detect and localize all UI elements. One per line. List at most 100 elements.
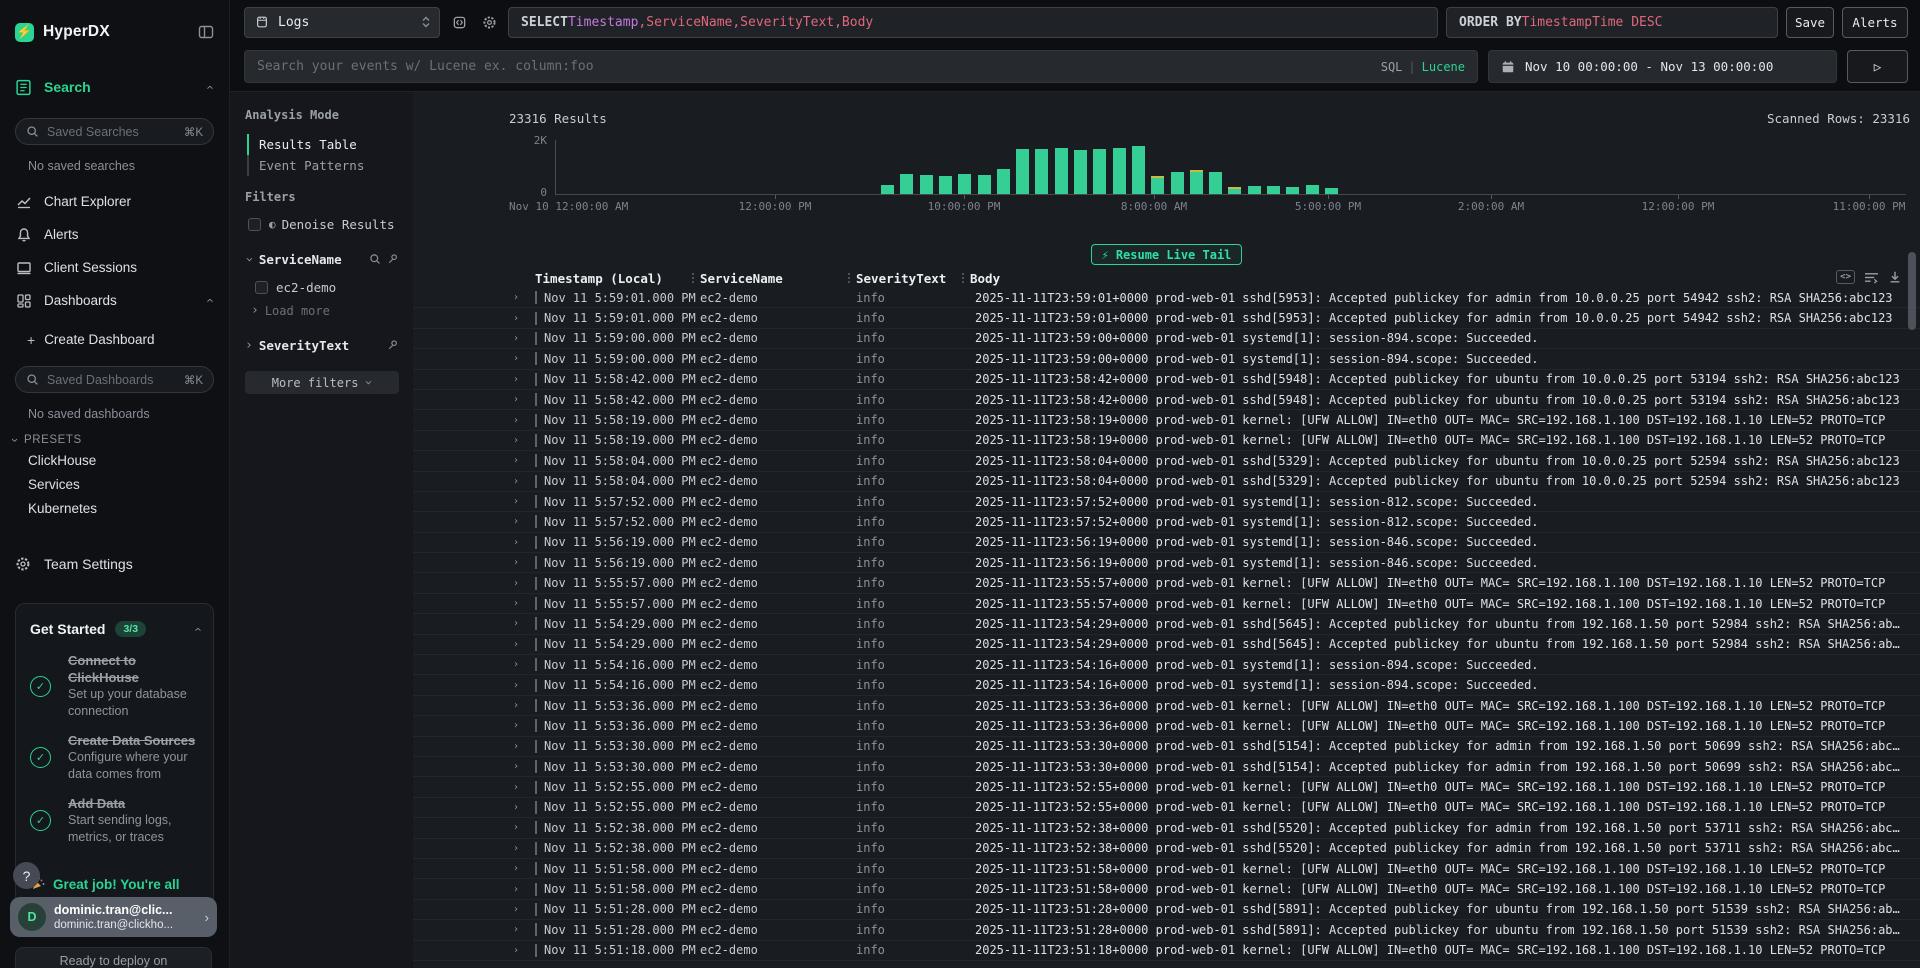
column-resize-handle[interactable]: [962, 273, 964, 283]
expand-row-icon[interactable]: ›: [413, 741, 535, 752]
lang-toggle-sql[interactable]: SQL: [1381, 60, 1403, 74]
order-by-input[interactable]: ORDER BY TimestampTime DESC: [1446, 7, 1778, 38]
select-columns-input[interactable]: SELECT Timestamp,ServiceName,SeverityTex…: [508, 7, 1438, 38]
table-row[interactable]: ›Nov 11 5:54:29.000 PMec2-demoinfo2025-1…: [413, 635, 1920, 655]
table-row[interactable]: ›Nov 11 5:53:36.000 PMec2-demoinfo2025-1…: [413, 716, 1920, 736]
edit-source-icon[interactable]: [448, 11, 470, 33]
expand-row-icon[interactable]: ›: [413, 496, 535, 507]
save-button[interactable]: Save: [1786, 7, 1834, 38]
sidebar-item-dashboards[interactable]: Dashboards ›: [0, 284, 229, 317]
histogram-bar[interactable]: [997, 169, 1010, 194]
table-row[interactable]: ›Nov 11 5:52:38.000 PMec2-demoinfo2025-1…: [413, 839, 1920, 859]
histogram-bar[interactable]: [1093, 149, 1106, 194]
chevron-up-icon[interactable]: ›: [201, 298, 216, 302]
sidebar-item-chart-explorer[interactable]: Chart Explorer: [0, 185, 229, 218]
histogram-bar[interactable]: [958, 174, 971, 194]
table-row[interactable]: ›Nov 11 5:51:58.000 PMec2-demoinfo2025-1…: [413, 859, 1920, 879]
histogram-bar[interactable]: [1035, 149, 1048, 194]
expand-row-icon[interactable]: ›: [413, 537, 535, 548]
table-row[interactable]: ›Nov 11 5:58:19.000 PMec2-demoinfo2025-1…: [413, 431, 1920, 451]
lang-toggle-lucene[interactable]: Lucene: [1422, 60, 1465, 74]
table-row[interactable]: ›Nov 11 5:58:42.000 PMec2-demoinfo2025-1…: [413, 390, 1920, 410]
sidebar-item-team-settings[interactable]: Team Settings: [0, 550, 229, 577]
pin-icon[interactable]: [387, 336, 399, 355]
col-body[interactable]: Body: [970, 271, 1920, 288]
table-row[interactable]: ›Nov 11 5:59:00.000 PMec2-demoinfo2025-1…: [413, 329, 1920, 349]
table-row[interactable]: ›Nov 11 5:56:19.000 PMec2-demoinfo2025-1…: [413, 553, 1920, 573]
table-row[interactable]: ›Nov 11 5:53:30.000 PMec2-demoinfo2025-1…: [413, 737, 1920, 757]
table-row[interactable]: ›Nov 11 5:52:55.000 PMec2-demoinfo2025-1…: [413, 798, 1920, 818]
expand-row-icon[interactable]: ›: [413, 394, 535, 405]
histogram-bar[interactable]: [1151, 176, 1164, 194]
expand-row-icon[interactable]: ›: [413, 476, 535, 487]
table-row[interactable]: ›Nov 11 5:58:04.000 PMec2-demoinfo2025-1…: [413, 451, 1920, 471]
expand-row-icon[interactable]: ›: [413, 863, 535, 874]
histogram-bar[interactable]: [1209, 172, 1222, 194]
expand-row-icon[interactable]: ›: [413, 557, 535, 568]
expand-row-icon[interactable]: ›: [413, 720, 535, 731]
histogram-bar[interactable]: [1171, 172, 1184, 194]
expand-row-icon[interactable]: ›: [413, 802, 535, 813]
expand-row-icon[interactable]: ›: [413, 924, 535, 935]
sidebar-item-search[interactable]: Search ›: [0, 74, 229, 100]
pin-icon[interactable]: [387, 250, 399, 269]
histogram-bar[interactable]: [939, 176, 952, 194]
table-row[interactable]: ›Nov 11 5:51:28.000 PMec2-demoinfo2025-1…: [413, 900, 1920, 920]
table-row[interactable]: ›Nov 11 5:51:18.000 PMec2-demoinfo2025-1…: [413, 941, 1920, 961]
run-query-button[interactable]: ▷: [1847, 50, 1908, 83]
raw-mode-icon[interactable]: <>: [1836, 270, 1855, 284]
expand-row-icon[interactable]: ›: [413, 782, 535, 793]
expand-row-icon[interactable]: ›: [413, 455, 535, 466]
column-resize-handle[interactable]: [848, 273, 850, 283]
resume-live-tail-button[interactable]: ⚡ Resume Live Tail: [1091, 244, 1243, 265]
histogram-plot[interactable]: [555, 140, 1906, 195]
histogram-bar[interactable]: [1267, 186, 1280, 194]
table-row[interactable]: ›Nov 11 5:58:04.000 PMec2-demoinfo2025-1…: [413, 472, 1920, 492]
source-select[interactable]: Logs: [244, 7, 440, 38]
sidebar-collapse-icon[interactable]: [198, 24, 214, 40]
expand-row-icon[interactable]: ›: [413, 578, 535, 589]
table-row[interactable]: ›Nov 11 5:56:19.000 PMec2-demoinfo2025-1…: [413, 533, 1920, 553]
expand-row-icon[interactable]: ›: [413, 313, 535, 324]
histogram-bar[interactable]: [1132, 146, 1145, 194]
sidebar-item-client-sessions[interactable]: Client Sessions: [0, 251, 229, 284]
chevron-up-icon[interactable]: ›: [201, 85, 216, 89]
table-row[interactable]: ›Nov 11 5:57:52.000 PMec2-demoinfo2025-1…: [413, 512, 1920, 532]
table-row[interactable]: ›Nov 11 5:52:55.000 PMec2-demoinfo2025-1…: [413, 777, 1920, 797]
filter-group-severitytext[interactable]: › SeverityText: [245, 336, 399, 355]
table-row[interactable]: ›Nov 11 5:55:57.000 PMec2-demoinfo2025-1…: [413, 573, 1920, 593]
table-row[interactable]: ›Nov 11 5:54:16.000 PMec2-demoinfo2025-1…: [413, 675, 1920, 695]
table-row[interactable]: ›Nov 11 5:52:38.000 PMec2-demoinfo2025-1…: [413, 818, 1920, 838]
histogram-bar[interactable]: [920, 175, 933, 194]
expand-row-icon[interactable]: ›: [413, 639, 535, 650]
col-timestamp[interactable]: Timestamp (Local): [535, 271, 700, 288]
histogram-bar[interactable]: [1190, 170, 1203, 194]
table-row[interactable]: ›Nov 11 5:55:57.000 PMec2-demoinfo2025-1…: [413, 594, 1920, 614]
help-button[interactable]: ?: [13, 862, 40, 889]
expand-row-icon[interactable]: ›: [413, 353, 535, 364]
histogram-bar[interactable]: [900, 174, 913, 194]
denoise-results-checkbox[interactable]: ◐ Denoise Results: [248, 217, 399, 232]
load-more-link[interactable]: › Load more: [251, 303, 399, 318]
get-started-header[interactable]: Get Started 3/3 ›: [30, 618, 199, 640]
table-row[interactable]: ›Nov 11 5:51:58.000 PMec2-demoinfo2025-1…: [413, 879, 1920, 899]
sidebar-item-alerts[interactable]: Alerts: [0, 218, 229, 251]
col-severitytext[interactable]: SeverityText: [856, 271, 970, 288]
table-row[interactable]: ›Nov 11 5:57:52.000 PMec2-demoinfo2025-1…: [413, 492, 1920, 512]
histogram-bar[interactable]: [1074, 150, 1087, 194]
wrap-lines-icon[interactable]: [1864, 271, 1879, 284]
expand-row-icon[interactable]: ›: [413, 904, 535, 915]
histogram-bar[interactable]: [1016, 149, 1029, 194]
tab-results-table[interactable]: Results Table: [247, 134, 399, 155]
expand-row-icon[interactable]: ›: [413, 945, 535, 956]
settings-gear-icon[interactable]: [478, 11, 500, 33]
expand-row-icon[interactable]: ›: [413, 618, 535, 629]
histogram-bar[interactable]: [1055, 148, 1068, 194]
table-row[interactable]: ›Nov 11 5:58:42.000 PMec2-demoinfo2025-1…: [413, 370, 1920, 390]
expand-row-icon[interactable]: ›: [413, 435, 535, 446]
expand-row-icon[interactable]: ›: [413, 415, 535, 426]
table-row[interactable]: ›Nov 11 5:53:36.000 PMec2-demoinfo2025-1…: [413, 696, 1920, 716]
search-icon[interactable]: [369, 250, 381, 269]
download-icon[interactable]: [1888, 270, 1902, 284]
chevron-up-icon[interactable]: ›: [189, 627, 204, 631]
